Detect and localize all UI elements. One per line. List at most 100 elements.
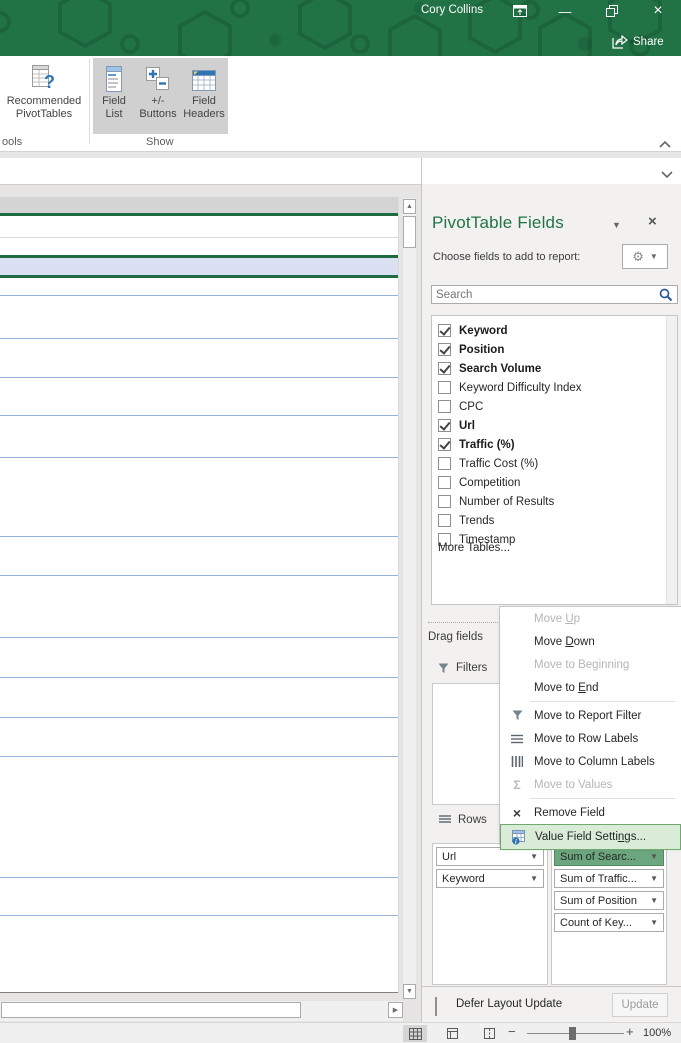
field-label: Traffic (%) xyxy=(459,439,515,451)
field-list-toggle-button[interactable]: Field List xyxy=(95,62,133,121)
field-checkbox[interactable] xyxy=(438,514,451,527)
chip-dropdown-icon[interactable]: ▼ xyxy=(650,874,658,883)
show-group-label: Show xyxy=(146,136,174,148)
worksheet-grid[interactable] xyxy=(0,197,399,993)
search-box[interactable] xyxy=(431,285,678,304)
page-layout-view-icon xyxy=(446,1027,459,1040)
restore-button[interactable] xyxy=(597,2,627,20)
page-layout-view-button[interactable] xyxy=(440,1025,464,1042)
field-checkbox[interactable] xyxy=(438,476,451,489)
defer-layout-label: Defer Layout Update xyxy=(456,998,562,1010)
field-list: Keyword Position Search VolumeKeyword Diff… xyxy=(431,315,678,605)
search-icon[interactable] xyxy=(659,288,673,302)
menu-item-label: Move to End xyxy=(534,682,599,694)
scroll-down-button[interactable]: ▼ xyxy=(403,984,416,999)
chip-dropdown-icon[interactable]: ▼ xyxy=(650,918,658,927)
zoom-level[interactable]: 100% xyxy=(643,1027,671,1039)
field-item-url[interactable]: Url xyxy=(438,416,475,435)
ribbon-display-options-button[interactable] xyxy=(505,2,535,20)
field-checkbox[interactable] xyxy=(438,419,451,432)
share-button[interactable]: Share xyxy=(612,35,664,49)
defer-layout-checkbox[interactable] xyxy=(435,998,437,1016)
chip-dropdown-icon[interactable]: ▼ xyxy=(650,852,658,861)
field-checkbox[interactable] xyxy=(438,495,451,508)
menu-item-move-to-report-filter[interactable]: Move to Report Filter xyxy=(500,704,681,727)
formula-bar[interactable] xyxy=(0,158,681,185)
field-item-keyword[interactable]: Keyword xyxy=(438,321,508,340)
field-checkbox[interactable] xyxy=(438,343,451,356)
pane-options-caret-icon[interactable]: ▼ xyxy=(612,220,621,230)
field-list-options-button[interactable]: ⚙ ▼ xyxy=(622,244,668,269)
group-separator xyxy=(89,59,90,144)
pane-close-icon[interactable]: × xyxy=(648,213,657,230)
field-item-traffic-cost-[interactable]: Traffic Cost (%) xyxy=(438,454,538,473)
menu-item-remove-field[interactable]: ×Remove Field xyxy=(500,801,681,824)
field-item-search-volume[interactable]: Search Volume xyxy=(438,359,541,378)
menu-separator xyxy=(530,701,675,702)
pivot-row-divider xyxy=(0,338,398,339)
chip-dropdown-icon[interactable]: ▼ xyxy=(650,896,658,905)
grid-bottom-border xyxy=(0,992,398,993)
field-item-cpc[interactable]: CPC xyxy=(438,397,483,416)
menu-item-value-field-settings[interactable]: iValue Field Settings... xyxy=(500,824,681,850)
rows-drop-area[interactable]: Url▼Keyword▼ xyxy=(432,843,548,985)
scroll-right-button[interactable]: ▶ xyxy=(388,1002,403,1018)
field-item-competition[interactable]: Competition xyxy=(438,473,520,492)
field-checkbox[interactable] xyxy=(438,324,451,337)
field-label: Position xyxy=(459,344,504,356)
field-item-number-of-results[interactable]: Number of Results xyxy=(438,492,554,511)
field-checkbox[interactable] xyxy=(438,381,451,394)
field-chip-sum-of-traffic-[interactable]: Sum of Traffic...▼ xyxy=(554,869,664,888)
pivot-border-green xyxy=(0,213,398,216)
recommended-pivottables-button[interactable]: ? Recommended PivotTables xyxy=(0,62,88,121)
plus-minus-label-2: Buttons xyxy=(139,108,176,121)
update-button[interactable]: Update xyxy=(612,993,668,1017)
menu-item-label: Remove Field xyxy=(534,807,605,819)
menu-item-label: Move Down xyxy=(534,636,595,648)
field-chip-sum-of-position[interactable]: Sum of Position▼ xyxy=(554,891,664,910)
menu-item-label: Value Field Settings... xyxy=(535,831,646,843)
zoom-slider-thumb[interactable] xyxy=(569,1027,576,1040)
field-item-trends[interactable]: Trends xyxy=(438,511,494,530)
field-list-scrollbar[interactable] xyxy=(666,316,677,604)
menu-item-move-to-column-labels[interactable]: Move to Column Labels xyxy=(500,750,681,773)
menu-item-move-down[interactable]: Move Down xyxy=(500,630,681,653)
field-headers-toggle-button[interactable]: Field Headers xyxy=(181,62,227,121)
field-checkbox[interactable] xyxy=(438,400,451,413)
filter-icon xyxy=(500,710,534,721)
field-checkbox[interactable] xyxy=(438,457,451,470)
page-break-preview-button[interactable] xyxy=(477,1025,501,1042)
menu-item-move-to-end[interactable]: Move to End xyxy=(500,676,681,699)
account-name[interactable]: Cory Collins xyxy=(421,4,483,16)
pivottable-fields-pane: PivotTable Fields ▼ × Choose fields to a… xyxy=(422,184,681,1022)
values-drop-area[interactable]: Sum of Searc...▼Sum of Traffic...▼Sum of… xyxy=(551,843,667,985)
pivot-row-divider xyxy=(0,575,398,576)
normal-view-button[interactable] xyxy=(403,1025,427,1042)
field-checkbox[interactable] xyxy=(438,438,451,451)
field-checkbox[interactable] xyxy=(438,362,451,375)
minimize-button[interactable]: — xyxy=(550,2,580,20)
field-item-position[interactable]: Position xyxy=(438,340,504,359)
zoom-in-icon[interactable]: + xyxy=(626,1024,634,1039)
field-item-traffic-[interactable]: Traffic (%) xyxy=(438,435,515,454)
ribbon: ? Recommended PivotTables Field List xyxy=(0,56,681,152)
scroll-up-button[interactable]: ▲ xyxy=(403,199,416,214)
column-header-band[interactable] xyxy=(0,197,398,213)
menu-item-label: Move to Beginning xyxy=(534,659,629,671)
plus-minus-buttons-toggle[interactable]: +/- Buttons xyxy=(134,62,182,121)
chip-dropdown-icon[interactable]: ▼ xyxy=(530,874,538,883)
field-chip-count-of-key-[interactable]: Count of Key... ▼ xyxy=(554,913,664,932)
field-item-keyword-difficulty-index[interactable]: Keyword Difficulty Index xyxy=(438,378,582,397)
menu-item-move-to-row-labels[interactable]: Move to Row Labels xyxy=(500,727,681,750)
more-tables-link[interactable]: More Tables... xyxy=(438,542,510,554)
chip-dropdown-icon[interactable]: ▼ xyxy=(530,852,538,861)
vertical-scrollbar-thumb[interactable] xyxy=(403,216,416,248)
chip-label: Count of Key... xyxy=(560,917,632,929)
zoom-out-icon[interactable]: − xyxy=(508,1024,516,1039)
vertical-scrollbar[interactable] xyxy=(402,197,417,1000)
expand-formula-bar-button[interactable] xyxy=(660,166,674,184)
field-chip-keyword[interactable]: Keyword▼ xyxy=(436,869,544,888)
search-input[interactable] xyxy=(432,289,659,301)
horizontal-scrollbar-thumb[interactable] xyxy=(1,1002,301,1018)
close-button[interactable]: × xyxy=(643,2,673,20)
